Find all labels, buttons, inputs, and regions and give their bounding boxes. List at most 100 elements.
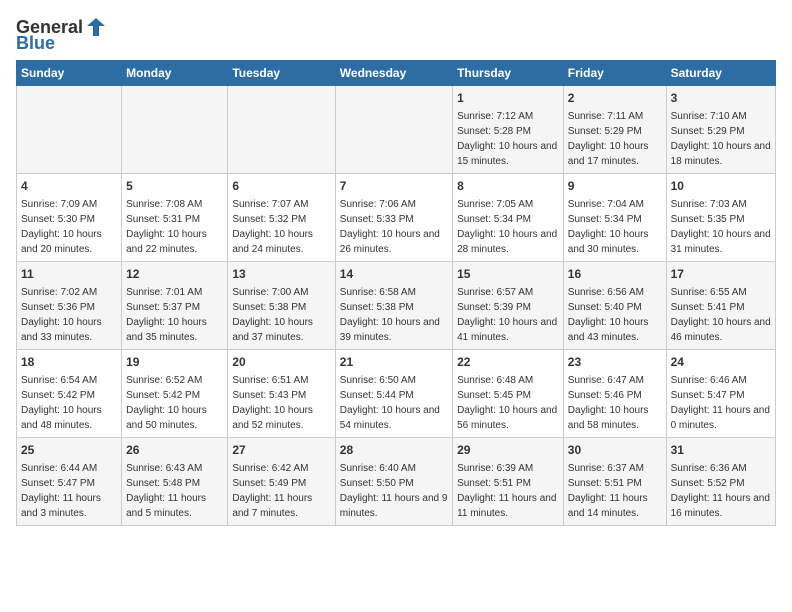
calendar-cell: 19 Sunrise: 6:52 AM Sunset: 5:42 PM Dayl… bbox=[122, 350, 228, 438]
calendar-cell: 24 Sunrise: 6:46 AM Sunset: 5:47 PM Dayl… bbox=[666, 350, 775, 438]
sunset-text: Sunset: 5:43 PM bbox=[232, 390, 306, 401]
daylight-text: Daylight: 10 hours and 33 minutes. bbox=[21, 317, 102, 343]
daylight-text: Daylight: 10 hours and 48 minutes. bbox=[21, 405, 102, 431]
day-number: 20 bbox=[232, 354, 330, 371]
calendar-cell: 5 Sunrise: 7:08 AM Sunset: 5:31 PM Dayli… bbox=[122, 174, 228, 262]
day-number: 12 bbox=[126, 266, 223, 283]
daylight-text: Daylight: 11 hours and 14 minutes. bbox=[568, 493, 648, 519]
logo: General Blue bbox=[16, 16, 107, 52]
sunrise-text: Sunrise: 7:10 AM bbox=[671, 111, 747, 122]
day-number: 22 bbox=[457, 354, 559, 371]
weekday-header-monday: Monday bbox=[122, 61, 228, 86]
calendar-cell: 11 Sunrise: 7:02 AM Sunset: 5:36 PM Dayl… bbox=[17, 262, 122, 350]
day-number: 17 bbox=[671, 266, 771, 283]
day-number: 18 bbox=[21, 354, 117, 371]
logo-blue-text: Blue bbox=[16, 34, 55, 52]
sunset-text: Sunset: 5:35 PM bbox=[671, 214, 745, 225]
sunrise-text: Sunrise: 7:05 AM bbox=[457, 199, 533, 210]
daylight-text: Daylight: 11 hours and 7 minutes. bbox=[232, 493, 312, 519]
sunset-text: Sunset: 5:28 PM bbox=[457, 126, 531, 137]
calendar-week-row: 25 Sunrise: 6:44 AM Sunset: 5:47 PM Dayl… bbox=[17, 438, 776, 526]
weekday-header-tuesday: Tuesday bbox=[228, 61, 335, 86]
sunrise-text: Sunrise: 6:42 AM bbox=[232, 463, 308, 474]
calendar-cell: 30 Sunrise: 6:37 AM Sunset: 5:51 PM Dayl… bbox=[563, 438, 666, 526]
sunset-text: Sunset: 5:38 PM bbox=[340, 302, 414, 313]
sunrise-text: Sunrise: 6:52 AM bbox=[126, 375, 202, 386]
sunrise-text: Sunrise: 6:40 AM bbox=[340, 463, 416, 474]
daylight-text: Daylight: 10 hours and 31 minutes. bbox=[671, 229, 771, 255]
sunrise-text: Sunrise: 6:56 AM bbox=[568, 287, 644, 298]
day-number: 23 bbox=[568, 354, 662, 371]
sunset-text: Sunset: 5:38 PM bbox=[232, 302, 306, 313]
sunset-text: Sunset: 5:37 PM bbox=[126, 302, 200, 313]
daylight-text: Daylight: 10 hours and 15 minutes. bbox=[457, 141, 557, 167]
sunset-text: Sunset: 5:31 PM bbox=[126, 214, 200, 225]
day-number: 25 bbox=[21, 442, 117, 459]
daylight-text: Daylight: 10 hours and 20 minutes. bbox=[21, 229, 102, 255]
calendar-cell: 4 Sunrise: 7:09 AM Sunset: 5:30 PM Dayli… bbox=[17, 174, 122, 262]
calendar-week-row: 1 Sunrise: 7:12 AM Sunset: 5:28 PM Dayli… bbox=[17, 86, 776, 174]
sunrise-text: Sunrise: 6:58 AM bbox=[340, 287, 416, 298]
day-number: 7 bbox=[340, 178, 448, 195]
daylight-text: Daylight: 10 hours and 30 minutes. bbox=[568, 229, 649, 255]
daylight-text: Daylight: 10 hours and 41 minutes. bbox=[457, 317, 557, 343]
day-number: 27 bbox=[232, 442, 330, 459]
sunset-text: Sunset: 5:51 PM bbox=[457, 478, 531, 489]
sunset-text: Sunset: 5:32 PM bbox=[232, 214, 306, 225]
sunrise-text: Sunrise: 6:51 AM bbox=[232, 375, 308, 386]
day-number: 13 bbox=[232, 266, 330, 283]
day-number: 4 bbox=[21, 178, 117, 195]
calendar-cell: 10 Sunrise: 7:03 AM Sunset: 5:35 PM Dayl… bbox=[666, 174, 775, 262]
calendar-cell: 1 Sunrise: 7:12 AM Sunset: 5:28 PM Dayli… bbox=[453, 86, 564, 174]
daylight-text: Daylight: 11 hours and 0 minutes. bbox=[671, 405, 770, 431]
calendar-cell: 20 Sunrise: 6:51 AM Sunset: 5:43 PM Dayl… bbox=[228, 350, 335, 438]
page-header: General Blue bbox=[16, 16, 776, 52]
daylight-text: Daylight: 11 hours and 5 minutes. bbox=[126, 493, 206, 519]
calendar-cell: 18 Sunrise: 6:54 AM Sunset: 5:42 PM Dayl… bbox=[17, 350, 122, 438]
weekday-header-sunday: Sunday bbox=[17, 61, 122, 86]
sunrise-text: Sunrise: 7:06 AM bbox=[340, 199, 416, 210]
sunrise-text: Sunrise: 6:50 AM bbox=[340, 375, 416, 386]
calendar-cell: 28 Sunrise: 6:40 AM Sunset: 5:50 PM Dayl… bbox=[335, 438, 452, 526]
calendar-cell: 3 Sunrise: 7:10 AM Sunset: 5:29 PM Dayli… bbox=[666, 86, 775, 174]
daylight-text: Daylight: 10 hours and 28 minutes. bbox=[457, 229, 557, 255]
sunrise-text: Sunrise: 7:08 AM bbox=[126, 199, 202, 210]
daylight-text: Daylight: 11 hours and 9 minutes. bbox=[340, 493, 448, 519]
logo-bird-icon bbox=[85, 16, 107, 38]
calendar-cell: 27 Sunrise: 6:42 AM Sunset: 5:49 PM Dayl… bbox=[228, 438, 335, 526]
sunset-text: Sunset: 5:29 PM bbox=[568, 126, 642, 137]
day-number: 15 bbox=[457, 266, 559, 283]
day-number: 21 bbox=[340, 354, 448, 371]
calendar-cell: 8 Sunrise: 7:05 AM Sunset: 5:34 PM Dayli… bbox=[453, 174, 564, 262]
daylight-text: Daylight: 10 hours and 26 minutes. bbox=[340, 229, 440, 255]
calendar-week-row: 11 Sunrise: 7:02 AM Sunset: 5:36 PM Dayl… bbox=[17, 262, 776, 350]
sunrise-text: Sunrise: 7:03 AM bbox=[671, 199, 747, 210]
calendar-cell: 6 Sunrise: 7:07 AM Sunset: 5:32 PM Dayli… bbox=[228, 174, 335, 262]
day-number: 5 bbox=[126, 178, 223, 195]
daylight-text: Daylight: 11 hours and 3 minutes. bbox=[21, 493, 101, 519]
sunrise-text: Sunrise: 7:09 AM bbox=[21, 199, 97, 210]
day-number: 10 bbox=[671, 178, 771, 195]
calendar-cell: 29 Sunrise: 6:39 AM Sunset: 5:51 PM Dayl… bbox=[453, 438, 564, 526]
sunset-text: Sunset: 5:45 PM bbox=[457, 390, 531, 401]
weekday-header-friday: Friday bbox=[563, 61, 666, 86]
calendar-cell: 23 Sunrise: 6:47 AM Sunset: 5:46 PM Dayl… bbox=[563, 350, 666, 438]
sunrise-text: Sunrise: 6:55 AM bbox=[671, 287, 747, 298]
day-number: 24 bbox=[671, 354, 771, 371]
sunset-text: Sunset: 5:47 PM bbox=[21, 478, 95, 489]
calendar-week-row: 4 Sunrise: 7:09 AM Sunset: 5:30 PM Dayli… bbox=[17, 174, 776, 262]
sunset-text: Sunset: 5:30 PM bbox=[21, 214, 95, 225]
calendar-cell: 26 Sunrise: 6:43 AM Sunset: 5:48 PM Dayl… bbox=[122, 438, 228, 526]
calendar-cell: 2 Sunrise: 7:11 AM Sunset: 5:29 PM Dayli… bbox=[563, 86, 666, 174]
sunset-text: Sunset: 5:47 PM bbox=[671, 390, 745, 401]
weekday-header-wednesday: Wednesday bbox=[335, 61, 452, 86]
calendar-cell: 15 Sunrise: 6:57 AM Sunset: 5:39 PM Dayl… bbox=[453, 262, 564, 350]
sunset-text: Sunset: 5:46 PM bbox=[568, 390, 642, 401]
day-number: 28 bbox=[340, 442, 448, 459]
calendar-week-row: 18 Sunrise: 6:54 AM Sunset: 5:42 PM Dayl… bbox=[17, 350, 776, 438]
day-number: 3 bbox=[671, 90, 771, 107]
day-number: 26 bbox=[126, 442, 223, 459]
calendar-cell bbox=[228, 86, 335, 174]
daylight-text: Daylight: 10 hours and 52 minutes. bbox=[232, 405, 313, 431]
sunrise-text: Sunrise: 7:01 AM bbox=[126, 287, 202, 298]
